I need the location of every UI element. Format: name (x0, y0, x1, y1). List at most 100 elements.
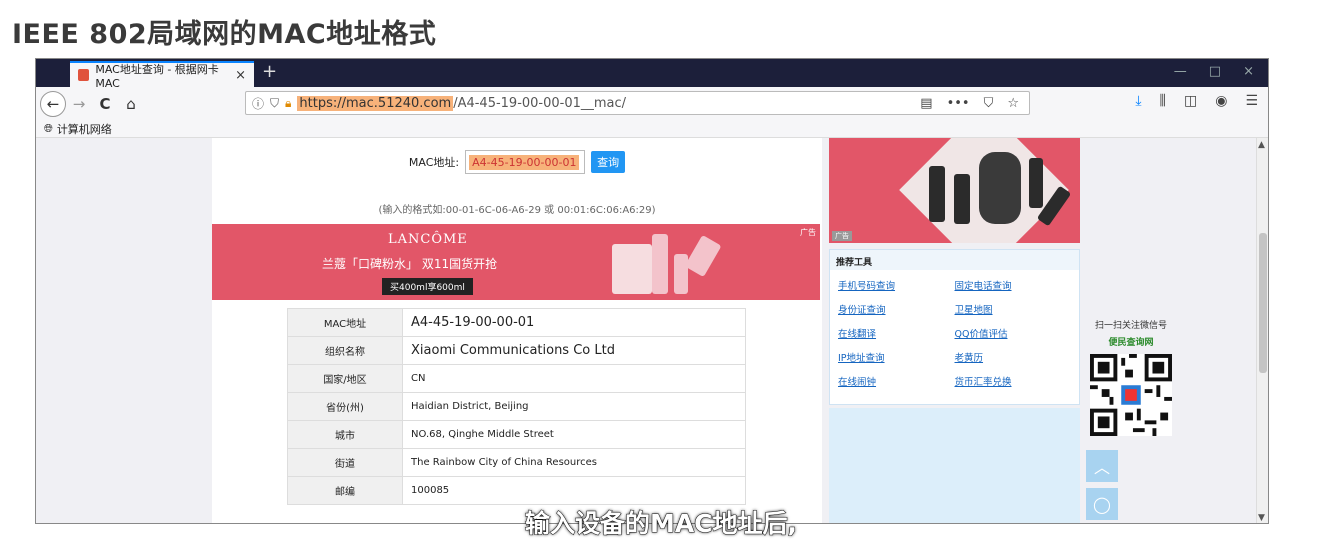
ad-tag: 广告 (800, 228, 816, 237)
table-row: 国家/地区 CN (287, 364, 746, 393)
product-bottle-image (674, 254, 688, 294)
bookmark-item[interactable]: 计算机网络 (57, 121, 112, 137)
qr-caption: 扫一扫关注微信号 (1094, 321, 1167, 331)
shield-icon[interactable]: ⛉ (270, 96, 279, 111)
page-viewport: MAC地址: A4-45-19-00-00-01 查询 (输入的格式如:00-0… (36, 138, 1258, 523)
nav-bar: ← → C ⌂ ⓘ ⛉ 🔒︎ https://mac.51240.com /A4… (36, 87, 1268, 120)
tool-link[interactable]: 货币汇率兑换 (955, 374, 1072, 388)
url-path: /A4-45-19-00-00-01__mac/ (453, 95, 627, 111)
tool-link[interactable]: 在线翻译 (838, 326, 955, 340)
window-controls: — □ × (1174, 64, 1254, 79)
toolbar-right: ⤓ ⫼ ◫ ◉ ☰ (1135, 93, 1258, 109)
site-favicon-icon (78, 69, 90, 81)
mac-label: MAC地址: (408, 156, 460, 169)
back-to-top-button[interactable]: ︿ (1086, 450, 1118, 482)
row-value: Xiaomi Communications Co Ltd (402, 336, 746, 365)
query-button[interactable]: 查询 (591, 151, 626, 173)
mac-info-table: MAC地址 A4-45-19-00-00-01 组织名称 Xiaomi Commun… (287, 308, 746, 505)
product-bottle-image (954, 174, 970, 224)
scrollbar-thumb[interactable] (1259, 233, 1267, 373)
tab-bar: MAC地址查询 - 根据网卡MAC × + — □ × (36, 59, 1268, 90)
product-bottle-image (929, 166, 945, 222)
wechat-qr-panel: 扫一扫关注微信号 便民查询网 (1086, 318, 1176, 440)
bookmarks-bar: 🌐︎ 计算机网络 (36, 120, 1268, 138)
row-value: 100085 (402, 476, 746, 505)
row-value: CN (402, 364, 746, 393)
format-hint: (输入的格式如:00-01-6C-06-A6-29 或 00:01:6C:06:… (378, 205, 656, 216)
qr-code-image (1090, 354, 1172, 436)
downloads-icon[interactable]: ⤓ (1135, 93, 1141, 109)
row-value: NO.68, Qinghe Middle Street (402, 420, 746, 449)
tool-link[interactable]: 手机号码查询 (838, 278, 955, 292)
row-value: Haidian District, Beijing (402, 392, 746, 421)
table-row: 省份(州) Haidian District, Beijing (287, 392, 746, 421)
slide-title: IEEE 802局域网的MAC地址格式 (12, 19, 437, 50)
forward-button[interactable]: → (66, 91, 92, 117)
tool-link[interactable]: 身份证查询 (838, 302, 955, 316)
ad-brand: LANCÔME (388, 232, 468, 247)
row-key: 邮编 (287, 476, 403, 505)
mac-input-value: A4-45-19-00-00-01 (469, 154, 580, 170)
tool-link[interactable]: 固定电话查询 (955, 278, 1072, 292)
row-value: A4-45-19-00-00-01 (402, 308, 746, 337)
tool-link[interactable]: QQ价值评估 (955, 326, 1072, 340)
main-content: MAC地址: A4-45-19-00-00-01 查询 (输入的格式如:00-0… (212, 138, 822, 523)
product-bottle-image (1029, 158, 1043, 208)
url-bar[interactable]: ⓘ ⛉ 🔒︎ https://mac.51240.com /A4-45-19-0… (245, 91, 1030, 115)
table-row: 邮编 100085 (287, 476, 746, 505)
pocket-icon[interactable]: ⛉ (984, 96, 994, 111)
product-bottle-image (684, 234, 722, 278)
scroll-up-icon[interactable]: ▲ (1258, 140, 1265, 150)
menu-icon[interactable]: ☰ (1245, 93, 1258, 109)
table-row: 城市 NO.68, Qinghe Middle Street (287, 420, 746, 449)
bookmark-star-icon[interactable]: ☆ (1007, 96, 1019, 111)
reload-button[interactable]: C (92, 91, 118, 117)
back-button[interactable]: ← (40, 90, 66, 117)
product-bottle-image (979, 152, 1021, 224)
tool-link[interactable]: IP地址查询 (838, 350, 955, 364)
row-key: 组织名称 (287, 336, 403, 365)
right-sidebar: 广告 推荐工具 手机号码查询 固定电话查询 身份证查询 卫星地图 在线翻译 QQ… (829, 138, 1080, 523)
url-host: https://mac.51240.com (297, 95, 454, 111)
table-row: MAC地址 A4-45-19-00-00-01 (287, 308, 746, 337)
query-form: MAC地址: A4-45-19-00-00-01 查询 (212, 150, 822, 174)
table-row: 街道 The Rainbow City of China Resources (287, 448, 746, 477)
ad-promo: 买400ml享600ml (382, 278, 473, 295)
page-actions-icon[interactable]: ••• (947, 96, 970, 111)
info-icon[interactable]: ⓘ (252, 95, 264, 112)
home-button[interactable]: ⌂ (118, 91, 144, 117)
lancome-ad-banner[interactable]: LANCÔME 兰蔻「口碑粉水」 双11国货开抢 买400ml享600ml 广告 (212, 224, 820, 300)
row-value: The Rainbow City of China Resources (402, 448, 746, 477)
recommended-tools: 推荐工具 手机号码查询 固定电话查询 身份证查询 卫星地图 在线翻译 QQ价值评… (829, 249, 1080, 405)
close-window-button[interactable]: × (1243, 64, 1254, 79)
tab-mac-lookup[interactable]: MAC地址查询 - 根据网卡MAC × (70, 61, 254, 90)
ad-slogan: 兰蔻「口碑粉水」 双11国货开抢 (322, 257, 498, 271)
page-scrollbar[interactable]: ▲ ▼ (1256, 138, 1268, 523)
new-tab-button[interactable]: + (262, 61, 277, 82)
tool-link[interactable]: 在线闹钟 (838, 374, 955, 388)
tool-link[interactable]: 老黄历 (955, 350, 1072, 364)
lancome-side-ad[interactable]: 广告 (829, 138, 1080, 243)
row-key: 城市 (287, 420, 403, 449)
product-bottle-image (652, 234, 668, 294)
row-key: MAC地址 (287, 308, 403, 337)
lock-icon[interactable]: 🔒︎ (285, 96, 291, 111)
tool-link[interactable]: 卫星地图 (955, 302, 1072, 316)
table-row: 组织名称 Xiaomi Communications Co Ltd (287, 336, 746, 365)
sidebar-icon[interactable]: ◫ (1184, 93, 1197, 109)
library-icon[interactable]: ⫼ (1160, 93, 1166, 109)
qr-account-name: 便民查询网 (1108, 338, 1154, 348)
row-key: 省份(州) (287, 392, 403, 421)
product-bottle-image (612, 244, 652, 294)
mac-input[interactable]: A4-45-19-00-00-01 (465, 150, 586, 174)
row-key: 街道 (287, 448, 403, 477)
video-subtitle: 输入设备的MAC地址后, (524, 509, 798, 539)
row-key: 国家/地区 (287, 364, 403, 393)
globe-icon: 🌐︎ (44, 121, 53, 135)
maximize-button[interactable]: □ (1209, 64, 1221, 79)
reader-view-icon[interactable]: ▤ (920, 96, 932, 111)
browser-window: MAC地址查询 - 根据网卡MAC × + — □ × ← → C ⌂ ⓘ ⛉ … (35, 58, 1269, 524)
tab-close-icon[interactable]: × (235, 68, 246, 83)
account-icon[interactable]: ◉ (1215, 93, 1227, 109)
minimize-button[interactable]: — (1174, 64, 1187, 79)
